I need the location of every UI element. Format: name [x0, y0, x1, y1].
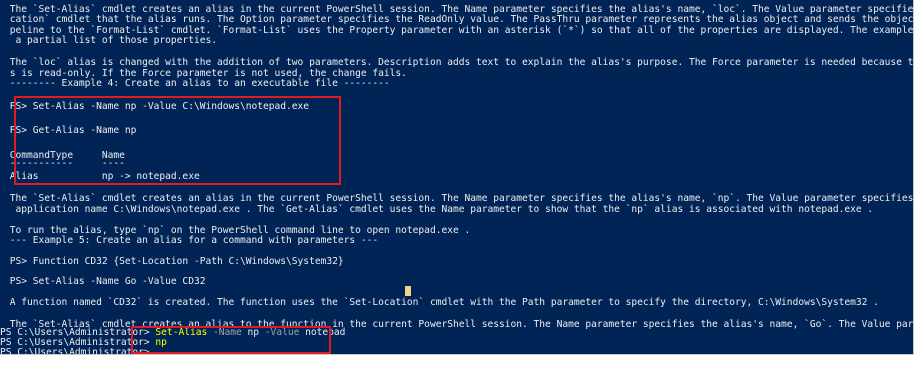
help-text-line: The `Set-Alias` cmdlet creates an alias …	[4, 193, 914, 204]
powershell-console[interactable]: The `Set-Alias` cmdlet creates an alias …	[0, 0, 914, 355]
example-heading: --- Example 5: Create an alias for a com…	[4, 235, 379, 246]
help-text-line: A function named `CD32` is created. The …	[4, 297, 879, 308]
help-text-line: a partial list of those properties.	[4, 35, 218, 46]
text-cursor-block	[405, 286, 411, 296]
help-text-line: cation` cmdlet that the alias runs. The …	[4, 14, 914, 25]
help-text-line: The `loc` alias is changed with the addi…	[4, 57, 914, 68]
help-text-line: application name C:\Windows\notepad.exe …	[4, 204, 874, 215]
example-heading: -------- Example 4: Create an alias to a…	[4, 78, 390, 89]
highlight-box	[131, 326, 331, 354]
example-code-line: PS> Set-Alias -Name Go -Value CD32	[4, 276, 206, 287]
highlight-box	[14, 96, 341, 185]
example-code-line: PS> Function CD32 {Set-Location -Path C:…	[4, 256, 344, 267]
